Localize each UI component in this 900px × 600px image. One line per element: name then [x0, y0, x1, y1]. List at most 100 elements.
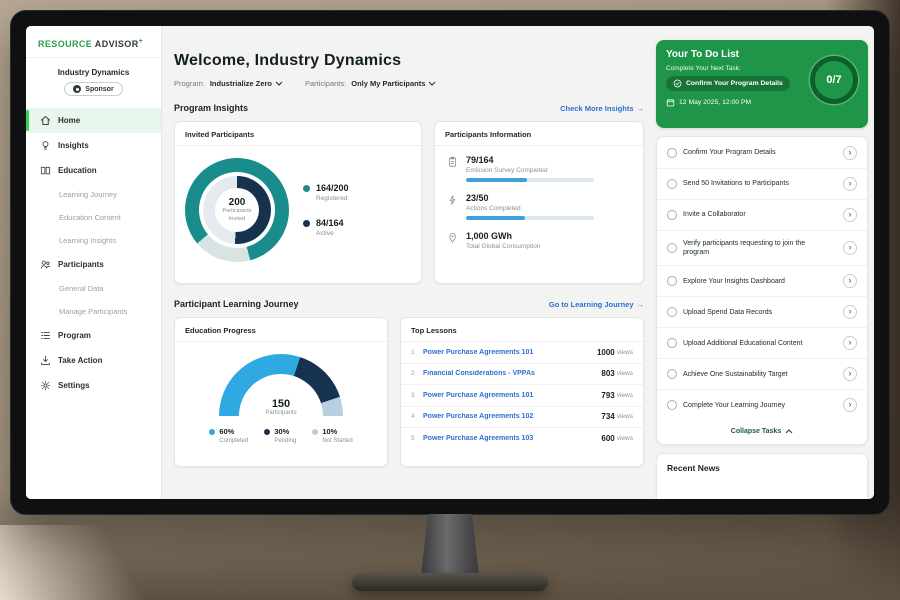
collapse-tasks-label: Collapse Tasks [731, 428, 781, 435]
task-row[interactable]: Send 50 Invitations to Participants › [657, 169, 867, 200]
lesson-row[interactable]: 1 Power Purchase Agreements 101 1000 vie… [401, 342, 643, 364]
donut-center-label: Participants Invited [222, 208, 251, 223]
sidebar-item-label: Education Content [59, 213, 121, 222]
chevron-right-icon[interactable]: › [843, 146, 857, 160]
invited-participants-card: Invited Participants 200 Participants In… [174, 121, 422, 284]
sidebar-item-general-data[interactable]: General Data [26, 277, 161, 300]
sidebar-item-education-content[interactable]: Education Content [26, 206, 161, 229]
todo-summary-card: Your To Do List Complete Your Next Task:… [656, 40, 868, 128]
sidebar-item-label: Manage Participants [59, 307, 127, 316]
task-checkbox[interactable] [667, 307, 677, 317]
task-checkbox[interactable] [667, 210, 677, 220]
sidebar-item-learning-journey[interactable]: Learning Journey [26, 183, 161, 206]
task-checkbox[interactable] [667, 400, 677, 410]
background-desk-highlight [0, 525, 180, 600]
lesson-row[interactable]: 2 Financial Considerations - VPPAs 803 v… [401, 364, 643, 386]
sponsor-icon [73, 85, 81, 93]
link-label: Check More Insights [560, 104, 633, 113]
recent-news-title: Recent News [667, 463, 857, 473]
go-to-learning-journey-link[interactable]: Go to Learning Journey → [549, 300, 644, 309]
lesson-row[interactable]: 5 Power Purchase Agreements 103 600 view… [401, 428, 643, 450]
education-progress-card: Education Progress 150 Participants 60% [174, 317, 388, 467]
legend-dot [303, 220, 310, 227]
program-select[interactable]: Program: Industrialize Zero [174, 79, 283, 88]
legend-item-not-started: 10% Not Started [312, 427, 352, 444]
sidebar-item-label: Learning Journey [59, 190, 117, 199]
org-name: Industry Dynamics [26, 68, 161, 77]
task-checkbox[interactable] [667, 179, 677, 189]
lesson-row[interactable]: 3 Power Purchase Agreements 101 793 view… [401, 385, 643, 407]
chevron-right-icon[interactable]: › [843, 336, 857, 350]
sidebar-item-take-action[interactable]: Take Action [26, 348, 161, 373]
sidebar-item-learning-insights[interactable]: Learning Insights [26, 229, 161, 252]
sidebar-item-settings[interactable]: Settings [26, 373, 161, 398]
invited-participants-donut: 200 Participants Invited [185, 158, 289, 262]
lesson-link[interactable]: Power Purchase Agreements 101 [423, 349, 597, 356]
legend-item-completed: 60% Completed [209, 427, 248, 444]
lesson-link[interactable]: Power Purchase Agreements 102 [423, 413, 601, 420]
calendar-icon [666, 98, 675, 107]
next-task-datetime: 12 May 2025, 12:00 PM [666, 98, 806, 107]
next-task-label: Confirm Your Program Details [686, 80, 783, 87]
program-select-label: Program: [174, 79, 205, 88]
top-lessons-card: Top Lessons 1 Power Purchase Agreements … [400, 317, 644, 467]
task-row[interactable]: Invite a Collaborator › [657, 200, 867, 231]
chevron-right-icon[interactable]: › [843, 367, 857, 381]
chevron-right-icon[interactable]: › [843, 274, 857, 288]
sidebar-item-home[interactable]: Home [26, 108, 161, 133]
legend-dot [264, 429, 270, 435]
app-logo: RESOURCE ADVISOR+ [26, 26, 161, 58]
sponsor-label: Sponsor [85, 86, 113, 93]
invited-card-title: Invited Participants [175, 122, 421, 146]
task-checkbox[interactable] [667, 338, 677, 348]
arrow-right-icon: → [637, 300, 645, 309]
next-task-chip[interactable]: Confirm Your Program Details [666, 76, 790, 91]
task-checkbox[interactable] [667, 276, 677, 286]
sidebar-item-education[interactable]: Education [26, 158, 161, 183]
chevron-right-icon[interactable]: › [843, 208, 857, 222]
task-row[interactable]: Complete Your Learning Journey › [657, 390, 867, 420]
chevron-right-icon[interactable]: › [843, 241, 857, 255]
sidebar-item-manage-participants[interactable]: Manage Participants [26, 300, 161, 323]
monitor-stand-neck [421, 514, 479, 576]
legend-item-pending: 30% Pending [264, 427, 296, 444]
legend-item-active: 84/164 Active [303, 218, 349, 237]
chevron-right-icon[interactable]: › [843, 398, 857, 412]
program-insights-title: Program Insights [174, 103, 248, 113]
chevron-down-icon [275, 81, 283, 86]
sponsor-badge[interactable]: Sponsor [64, 82, 122, 96]
home-icon [40, 115, 51, 126]
sidebar-item-participants[interactable]: Participants [26, 252, 161, 277]
logo-plus: + [139, 38, 144, 45]
check-more-insights-link[interactable]: Check More Insights → [560, 104, 644, 113]
gauge-center: 150 Participants [219, 398, 343, 416]
participants-select[interactable]: Participants: Only My Participants [305, 79, 436, 88]
task-checkbox[interactable] [667, 369, 677, 379]
lesson-link[interactable]: Financial Considerations - VPPAs [423, 370, 601, 377]
task-row[interactable]: Upload Spend Data Records › [657, 297, 867, 328]
donut-center-value: 200 [229, 197, 246, 208]
sidebar-item-insights[interactable]: Insights [26, 133, 161, 158]
chevron-right-icon[interactable]: › [843, 177, 857, 191]
task-checkbox[interactable] [667, 243, 677, 253]
people-icon [40, 259, 51, 270]
lesson-row[interactable]: 4 Power Purchase Agreements 102 734 view… [401, 407, 643, 429]
task-row[interactable]: Achieve One Sustainability Target › [657, 359, 867, 390]
lesson-link[interactable]: Power Purchase Agreements 103 [423, 435, 601, 442]
sidebar-item-label: General Data [59, 284, 104, 293]
task-row[interactable]: Verify participants requesting to join t… [657, 231, 867, 266]
legend-dot [312, 429, 318, 435]
collapse-tasks-button[interactable]: Collapse Tasks [657, 420, 867, 443]
chevron-right-icon[interactable]: › [843, 305, 857, 319]
task-checkbox[interactable] [667, 148, 677, 158]
top-lessons-title: Top Lessons [401, 318, 643, 342]
lesson-link[interactable]: Power Purchase Agreements 101 [423, 392, 601, 399]
sidebar-item-program[interactable]: Program [26, 323, 161, 348]
invited-legend: 164/200 Registered 84/164 Active [303, 183, 349, 237]
task-row[interactable]: Confirm Your Program Details › [657, 138, 867, 169]
program-select-value: Industrialize Zero [210, 79, 272, 88]
legend-dot [209, 429, 215, 435]
task-row[interactable]: Upload Additional Educational Content › [657, 328, 867, 359]
task-row[interactable]: Explore Your Insights Dashboard › [657, 266, 867, 297]
list-icon [40, 330, 51, 341]
